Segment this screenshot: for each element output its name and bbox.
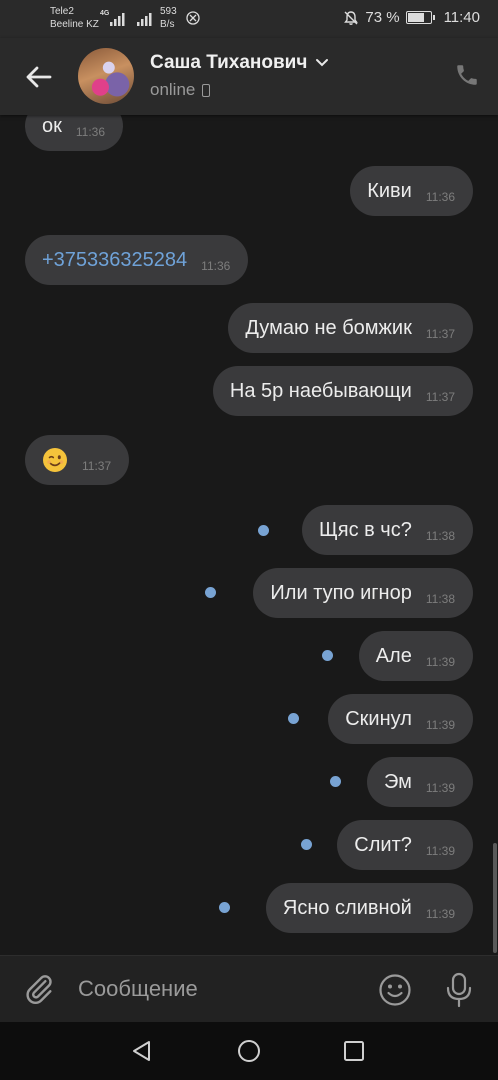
chat-header: Саша Тиханович online xyxy=(0,38,498,115)
signal-icon xyxy=(110,13,125,26)
chevron-down-icon xyxy=(316,59,329,67)
clock: 11:40 xyxy=(443,9,480,26)
unread-dot xyxy=(258,525,269,536)
message-outgoing[interactable]: Киви 11:36 xyxy=(350,166,473,216)
message-outgoing[interactable]: Слит? 11:39 xyxy=(337,820,473,870)
message-incoming-emoji[interactable]: 11:37 xyxy=(25,435,130,485)
message-outgoing[interactable]: Или тупо игнор 11:38 xyxy=(253,568,473,618)
battery-percent: 73 % xyxy=(365,9,400,26)
emoji-icon[interactable] xyxy=(378,973,412,1007)
message-outgoing[interactable]: Щяс в чс? 11:38 xyxy=(301,505,473,555)
message-outgoing[interactable]: Думаю не бомжик 11:37 xyxy=(228,303,473,353)
network-speed: 593 B/s xyxy=(160,6,177,30)
carrier-labels: Tele2 Beeline KZ xyxy=(50,5,99,31)
phone-call-icon[interactable] xyxy=(454,62,480,88)
phone-link[interactable]: +375336325284 xyxy=(42,249,187,272)
back-arrow-icon[interactable] xyxy=(22,60,56,94)
nfc-icon xyxy=(186,11,200,25)
nav-home-icon[interactable] xyxy=(237,1039,261,1063)
message-list[interactable]: ок 11:36 Киви 11:36 +375336325284 11:36 … xyxy=(0,115,498,955)
bell-off-icon xyxy=(344,10,359,25)
battery-icon xyxy=(405,11,435,24)
mobile-icon xyxy=(202,83,211,97)
microphone-icon[interactable] xyxy=(445,972,473,1008)
message-incoming-phone[interactable]: +375336325284 11:36 xyxy=(25,235,249,285)
message-outgoing[interactable]: Ясно сливной 11:39 xyxy=(265,883,473,933)
unread-dot xyxy=(301,839,312,850)
message-composer: Сообщение xyxy=(0,955,498,1022)
scrollbar[interactable] xyxy=(493,843,497,953)
message-input[interactable]: Сообщение xyxy=(78,976,198,1002)
signal-icon-2 xyxy=(137,13,152,26)
nav-recent-apps-icon[interactable] xyxy=(343,1040,365,1062)
network-type: 4G xyxy=(100,10,110,17)
unread-dot xyxy=(288,713,299,724)
message-outgoing[interactable]: На 5р наебывающи 11:37 xyxy=(212,366,473,416)
nav-back-icon[interactable] xyxy=(130,1039,154,1063)
unread-dot xyxy=(219,902,230,913)
carrier-1: Tele2 xyxy=(50,6,74,17)
unread-dot xyxy=(330,776,341,787)
message-outgoing[interactable]: Скинул 11:39 xyxy=(328,694,473,744)
unread-dot xyxy=(205,587,216,598)
contact-status: online xyxy=(150,80,211,100)
system-nav-bar xyxy=(0,1022,498,1080)
winking-face-icon xyxy=(43,448,67,472)
message-incoming[interactable]: ок 11:36 xyxy=(25,115,124,151)
unread-dot xyxy=(322,650,333,661)
message-outgoing[interactable]: Але 11:39 xyxy=(358,631,473,681)
status-right: 73 % 11:40 xyxy=(343,9,480,26)
paperclip-icon[interactable] xyxy=(22,972,56,1006)
carrier-2: Beeline KZ xyxy=(50,19,99,30)
status-bar: Tele2 Beeline KZ 4G 593 B/s 73 % 11:40 xyxy=(0,0,498,38)
contact-name[interactable]: Саша Тиханович xyxy=(150,52,329,74)
message-outgoing[interactable]: Эм 11:39 xyxy=(366,757,473,807)
avatar[interactable] xyxy=(78,48,134,104)
